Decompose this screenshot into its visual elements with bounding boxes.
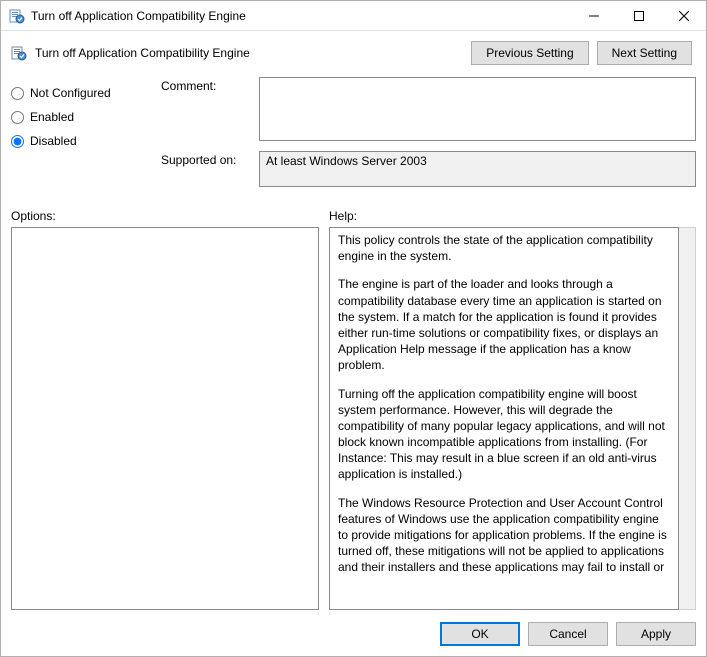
help-panel[interactable]: This policy controls the state of the ap… xyxy=(329,227,679,610)
state-radio-group: Not Configured Enabled Disabled xyxy=(11,77,151,187)
help-paragraph: Turning off the application compatibilit… xyxy=(338,386,670,483)
radio-label: Not Configured xyxy=(30,86,111,100)
help-scrollbar[interactable] xyxy=(679,227,696,610)
cancel-button[interactable]: Cancel xyxy=(528,622,608,646)
supported-on-text: At least Windows Server 2003 xyxy=(266,154,427,168)
comment-row: Comment: xyxy=(161,77,696,141)
maximize-button[interactable] xyxy=(616,1,661,30)
policy-title: Turn off Application Compatibility Engin… xyxy=(35,46,463,60)
help-paragraph: The Windows Resource Protection and User… xyxy=(338,495,670,576)
settings-area: Not Configured Enabled Disabled Comment: xyxy=(11,73,696,197)
help-paragraph: The engine is part of the loader and loo… xyxy=(338,276,670,373)
radio-enabled-input[interactable] xyxy=(11,111,24,124)
previous-setting-button[interactable]: Previous Setting xyxy=(471,41,588,65)
radio-enabled[interactable]: Enabled xyxy=(11,105,151,129)
supported-on-box: At least Windows Server 2003 xyxy=(259,151,696,187)
radio-disabled-input[interactable] xyxy=(11,135,24,148)
radio-not-configured-input[interactable] xyxy=(11,87,24,100)
titlebar: Turn off Application Compatibility Engin… xyxy=(1,1,706,31)
close-button[interactable] xyxy=(661,1,706,30)
panels: This policy controls the state of the ap… xyxy=(11,227,696,610)
help-wrap: This policy controls the state of the ap… xyxy=(329,227,696,610)
nav-buttons: Previous Setting Next Setting xyxy=(471,41,692,65)
options-panel xyxy=(11,227,319,610)
ok-button[interactable]: OK xyxy=(440,622,520,646)
header-row: Turn off Application Compatibility Engin… xyxy=(11,37,696,73)
help-label: Help: xyxy=(329,209,357,223)
minimize-button[interactable] xyxy=(571,1,616,30)
policy-icon xyxy=(11,45,27,61)
comment-label: Comment: xyxy=(161,77,251,141)
form-column: Comment: Supported on: At least Windows … xyxy=(161,77,696,187)
titlebar-text: Turn off Application Compatibility Engin… xyxy=(31,9,571,23)
radio-not-configured[interactable]: Not Configured xyxy=(11,81,151,105)
window-controls xyxy=(571,1,706,30)
comment-textarea[interactable] xyxy=(259,77,696,141)
dialog-content: Turn off Application Compatibility Engin… xyxy=(1,31,706,656)
supported-row: Supported on: At least Windows Server 20… xyxy=(161,151,696,187)
policy-icon xyxy=(9,8,25,24)
apply-button[interactable]: Apply xyxy=(616,622,696,646)
help-paragraph: This policy controls the state of the ap… xyxy=(338,232,670,264)
dialog-window: Turn off Application Compatibility Engin… xyxy=(0,0,707,657)
supported-label: Supported on: xyxy=(161,151,251,187)
radio-disabled[interactable]: Disabled xyxy=(11,129,151,153)
next-setting-button[interactable]: Next Setting xyxy=(597,41,692,65)
radio-label: Enabled xyxy=(30,110,74,124)
panel-labels: Options: Help: xyxy=(11,203,696,227)
dialog-footer: OK Cancel Apply xyxy=(11,610,696,646)
options-label: Options: xyxy=(11,209,319,223)
radio-label: Disabled xyxy=(30,134,77,148)
